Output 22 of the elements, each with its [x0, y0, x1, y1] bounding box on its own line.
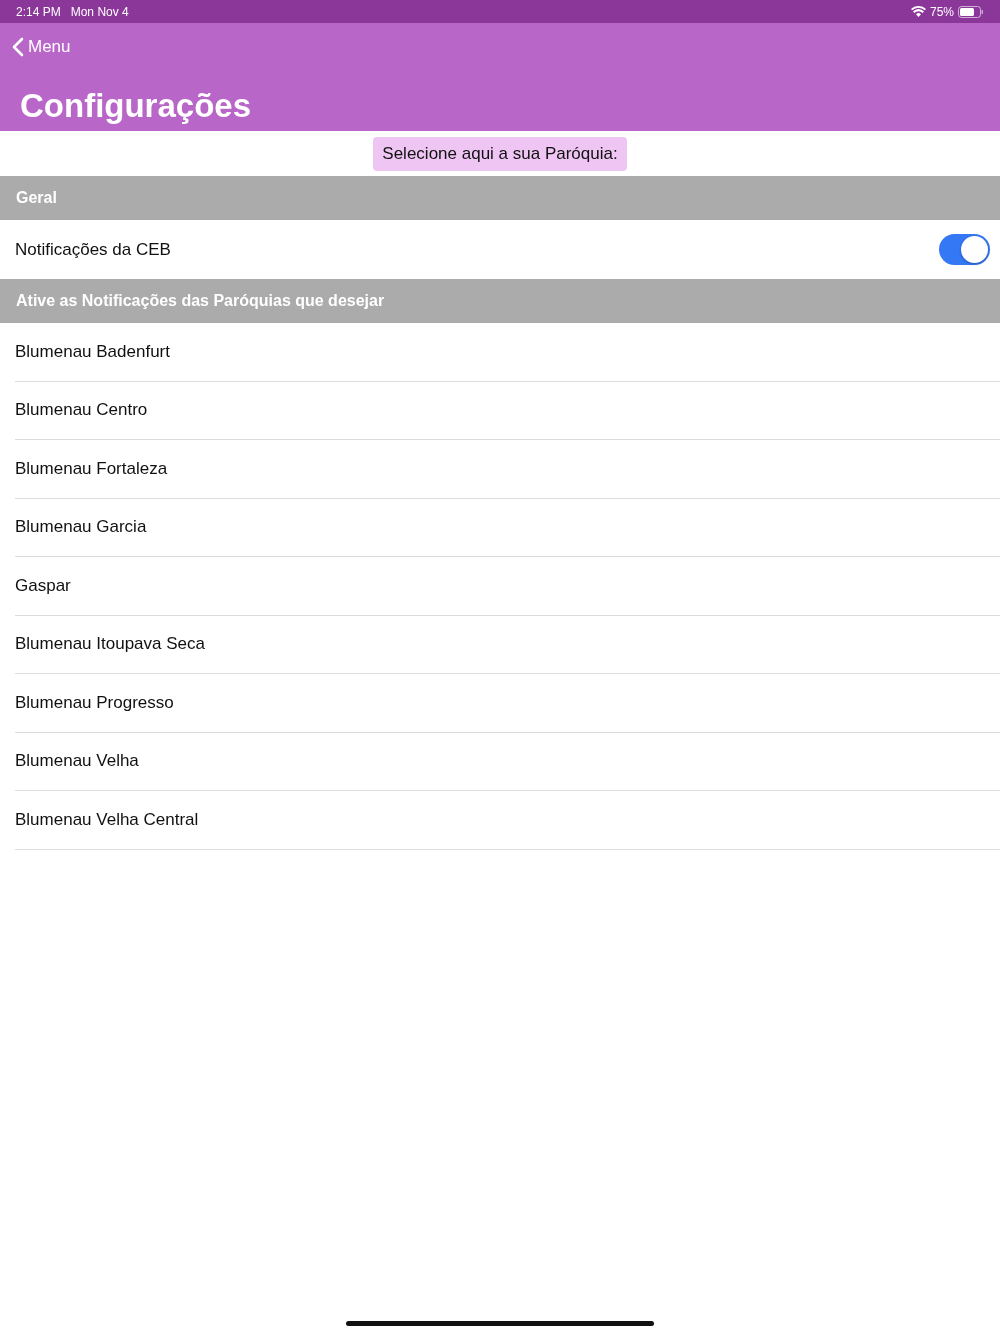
row-label: Notificações da CEB	[15, 239, 171, 260]
wifi-icon	[910, 6, 926, 17]
back-button[interactable]: Menu	[12, 37, 71, 57]
parish-item[interactable]: Blumenau Fortaleza	[15, 458, 168, 479]
battery-percent: 75%	[929, 4, 954, 19]
status-date: Mon Nov 4	[70, 4, 129, 19]
parish-item[interactable]: Blumenau Garcia	[15, 517, 147, 538]
parish-item[interactable]: Blumenau Badenfurt	[15, 341, 170, 362]
battery-icon	[958, 5, 984, 18]
parish-item[interactable]: Blumenau Progresso	[15, 692, 174, 713]
parish-item[interactable]: Blumenau Itoupava Seca	[15, 634, 205, 655]
chevron-left-icon	[12, 37, 24, 57]
page-title: Configurações	[20, 87, 253, 125]
section-header: Geral	[0, 176, 1000, 220]
toggle-switch[interactable]	[939, 234, 990, 265]
parish-item[interactable]: Blumenau Velha Central	[15, 809, 199, 830]
parish-item[interactable]: Gaspar	[15, 575, 71, 596]
parish-item[interactable]: Blumenau Velha	[15, 751, 139, 772]
status-time: 2:14 PM	[16, 4, 61, 19]
parish-item[interactable]: Blumenau Centro	[15, 400, 148, 421]
parish-select-button[interactable]: Selecione aqui a sua Paróquia:	[373, 137, 627, 171]
section-header: Ative as Notificações das Paróquias que desejar	[0, 279, 1000, 323]
